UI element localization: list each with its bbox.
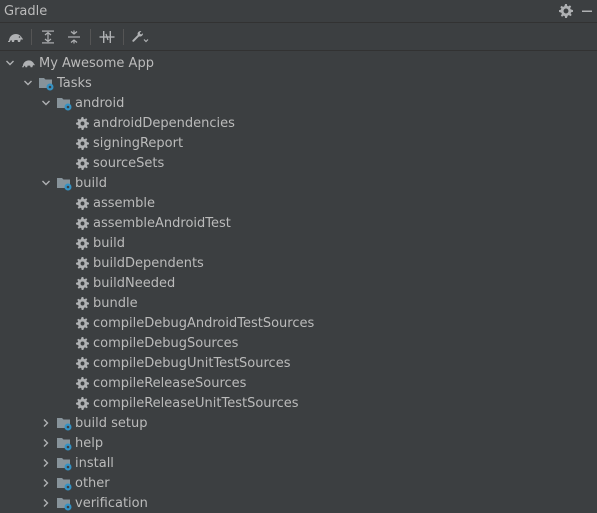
- task-item[interactable]: signingReport: [0, 133, 597, 153]
- task-label: bundle: [93, 295, 138, 311]
- task-label: compileDebugUnitTestSources: [93, 355, 291, 371]
- task-item[interactable]: assembleAndroidTest: [0, 213, 597, 233]
- tree-node-collapsed-group[interactable]: verification: [0, 493, 597, 513]
- collapsed-chevron-icon[interactable]: [40, 413, 52, 433]
- gradle-toolbar: [0, 23, 597, 51]
- task-label: compileReleaseSources: [93, 375, 247, 391]
- task-folder-icon: [56, 95, 72, 111]
- task-label: buildNeeded: [93, 275, 176, 291]
- gear-icon: [74, 235, 90, 251]
- window-title: Gradle: [4, 3, 48, 19]
- tree-node-collapsed-group[interactable]: help: [0, 433, 597, 453]
- title-bar-actions: [559, 4, 593, 18]
- expanded-chevron-icon[interactable]: [22, 73, 34, 93]
- gradle-task-tree: My Awesome App Tasks android androidDepe…: [0, 53, 597, 513]
- task-folder-icon: [56, 415, 72, 431]
- tree-node-collapsed-group[interactable]: build setup: [0, 413, 597, 433]
- task-item[interactable]: build: [0, 233, 597, 253]
- tree-node-build[interactable]: build: [0, 173, 597, 193]
- task-label: buildDependents: [93, 255, 204, 271]
- task-item[interactable]: compileDebugSources: [0, 333, 597, 353]
- tasks-label: Tasks: [57, 75, 92, 91]
- task-item[interactable]: buildDependents: [0, 253, 597, 273]
- expanded-chevron-icon[interactable]: [40, 173, 52, 193]
- group-label: other: [75, 475, 110, 491]
- task-folder-icon: [56, 495, 72, 511]
- task-label: signingReport: [93, 135, 184, 151]
- tree-node-my-awesome-app[interactable]: My Awesome App: [0, 53, 597, 73]
- expanded-chevron-icon[interactable]: [40, 93, 52, 113]
- gear-icon: [74, 335, 90, 351]
- gradle-tool-window: Gradle My Awesome App Tasks android andr…: [0, 0, 597, 511]
- group-label: install: [75, 455, 114, 471]
- gear-icon: [74, 135, 90, 151]
- task-item[interactable]: compileDebugUnitTestSources: [0, 353, 597, 373]
- group-label: build setup: [75, 415, 148, 431]
- task-folder-icon: [56, 455, 72, 471]
- task-label: assemble: [93, 195, 156, 211]
- collapsed-chevron-icon[interactable]: [40, 453, 52, 473]
- toolbar-separator: [31, 28, 32, 45]
- task-label: build: [93, 235, 125, 251]
- task-item[interactable]: androidDependencies: [0, 113, 597, 133]
- task-item[interactable]: sourceSets: [0, 153, 597, 173]
- toolbar-separator: [123, 28, 124, 45]
- collapsed-group-list: build setup help install other verification: [0, 413, 597, 513]
- gear-icon: [74, 255, 90, 271]
- tree-node-collapsed-group[interactable]: install: [0, 453, 597, 473]
- hide-minimize-icon[interactable]: [581, 5, 593, 17]
- expand-all-icon[interactable]: [35, 26, 61, 48]
- collapsed-chevron-icon[interactable]: [40, 493, 52, 513]
- expanded-chevron-icon[interactable]: [4, 53, 16, 73]
- build-task-list: assemble assembleAndroidTest build buildDep…: [0, 193, 597, 413]
- settings-gear-icon[interactable]: [559, 4, 573, 18]
- task-item[interactable]: compileReleaseUnitTestSources: [0, 393, 597, 413]
- collapsed-chevron-icon[interactable]: [40, 433, 52, 453]
- tree-node-collapsed-group[interactable]: other: [0, 473, 597, 493]
- gear-icon: [74, 195, 90, 211]
- gear-icon: [74, 115, 90, 131]
- project-name-label: My Awesome App: [39, 55, 154, 71]
- gear-icon: [74, 295, 90, 311]
- group-label: build: [75, 175, 107, 191]
- title-bar: Gradle: [0, 0, 597, 23]
- elephant-project-icon: [20, 55, 36, 71]
- task-label: androidDependencies: [93, 115, 235, 131]
- android-task-list: androidDependencies signingReport sourceSe…: [0, 113, 597, 173]
- task-label: compileDebugAndroidTestSources: [93, 315, 315, 331]
- tree-node-android[interactable]: android: [0, 93, 597, 113]
- gear-icon: [74, 395, 90, 411]
- gear-icon: [74, 155, 90, 171]
- task-item[interactable]: compileDebugAndroidTestSources: [0, 313, 597, 333]
- task-label: compileReleaseUnitTestSources: [93, 395, 299, 411]
- task-label: assembleAndroidTest: [93, 215, 231, 231]
- task-item[interactable]: bundle: [0, 293, 597, 313]
- group-label: android: [75, 95, 125, 111]
- gear-icon: [74, 315, 90, 331]
- tree-node-tasks[interactable]: Tasks: [0, 73, 597, 93]
- gear-icon: [74, 275, 90, 291]
- elephant-icon[interactable]: [2, 26, 28, 48]
- task-label: sourceSets: [93, 155, 165, 171]
- toolbar-separator: [90, 28, 91, 45]
- task-item[interactable]: compileReleaseSources: [0, 373, 597, 393]
- collapsed-chevron-icon[interactable]: [40, 473, 52, 493]
- task-folder-icon: [56, 475, 72, 491]
- task-item[interactable]: buildNeeded: [0, 273, 597, 293]
- task-folder-icon: [56, 175, 72, 191]
- gear-icon: [74, 375, 90, 391]
- toggle-offline-mode-icon[interactable]: [94, 26, 120, 48]
- collapse-all-icon[interactable]: [61, 26, 87, 48]
- task-folder-icon: [38, 75, 54, 91]
- task-item[interactable]: assemble: [0, 193, 597, 213]
- build-tool-settings-wrench-icon[interactable]: [127, 26, 153, 48]
- group-label: verification: [75, 495, 148, 511]
- gear-icon: [74, 355, 90, 371]
- task-folder-icon: [56, 435, 72, 451]
- gear-icon: [74, 215, 90, 231]
- group-label: help: [75, 435, 104, 451]
- task-label: compileDebugSources: [93, 335, 239, 351]
